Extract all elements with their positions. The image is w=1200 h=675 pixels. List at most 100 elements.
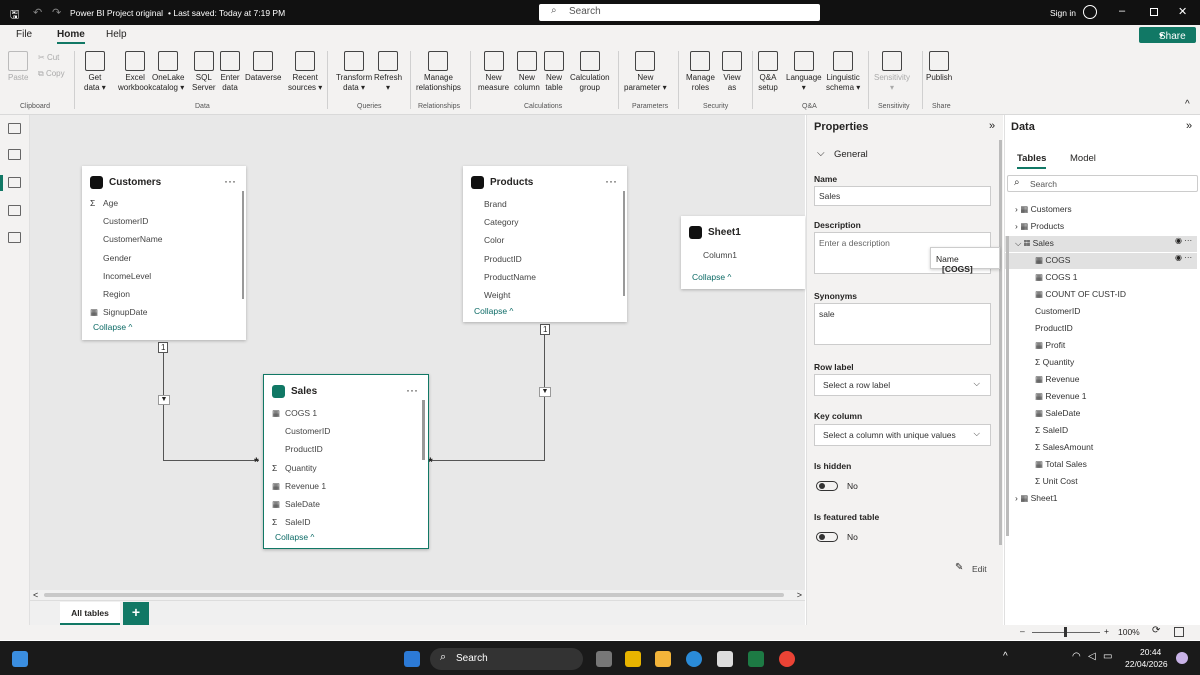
ribbon-button[interactable]: Dataverse bbox=[245, 51, 281, 83]
tree-field[interactable]: ▦ Revenue bbox=[1005, 372, 1197, 388]
chevron-up-icon[interactable]: ^ bbox=[1003, 651, 1008, 662]
tree-field[interactable]: ▦ COUNT OF CUST-ID bbox=[1005, 287, 1197, 303]
is-featured-toggle[interactable] bbox=[816, 532, 838, 542]
tree-table-sales[interactable]: ⌵ ▦ Sales bbox=[1005, 236, 1197, 252]
close-icon[interactable]: ✕ bbox=[1178, 5, 1187, 18]
tree-field[interactable]: ▦ COGS 1 bbox=[1005, 270, 1197, 286]
general-section[interactable]: General bbox=[834, 149, 868, 160]
sign-in-link[interactable]: Sign in bbox=[1050, 8, 1076, 18]
tree-field[interactable]: ▦ Revenue 1 bbox=[1005, 389, 1197, 405]
tree-field[interactable]: CustomerID bbox=[1005, 304, 1197, 320]
field-item[interactable]: CustomerID bbox=[285, 426, 330, 436]
task-view-icon[interactable] bbox=[596, 651, 612, 667]
tree-table-sheet1[interactable]: › ▦ Sheet1 bbox=[1005, 491, 1197, 507]
menu-help[interactable]: Help bbox=[106, 29, 127, 40]
fit-icon[interactable] bbox=[1174, 627, 1184, 637]
more-options-icon[interactable]: ··· bbox=[406, 383, 418, 397]
title-search[interactable]: ⌕ Search bbox=[539, 4, 820, 21]
ribbon-button[interactable]: Language ▾ bbox=[786, 51, 822, 93]
field-item[interactable]: ProductID bbox=[484, 254, 522, 264]
field-item[interactable]: IncomeLevel bbox=[103, 271, 151, 281]
zoom-in-button[interactable]: + bbox=[1104, 626, 1109, 636]
model-canvas[interactable]: 1 1 * * ▼ ▼ Customers ··· Σ Age CustomerID… bbox=[30, 115, 805, 590]
redo-icon[interactable]: ↷ bbox=[52, 6, 61, 19]
ribbon-button[interactable]: Sensitivity ▾ bbox=[874, 51, 910, 93]
tree-field[interactable]: ProductID bbox=[1005, 321, 1197, 337]
ribbon-button[interactable]: Calculation group bbox=[570, 51, 610, 93]
collapse-pane-icon[interactable]: » bbox=[1186, 120, 1192, 132]
save-icon[interactable]: 🖫 bbox=[10, 6, 19, 25]
undo-icon[interactable]: ↶ bbox=[33, 6, 42, 19]
cut-button[interactable]: ✂ Cut bbox=[38, 53, 59, 62]
field-column1[interactable]: Column1 bbox=[703, 250, 737, 260]
table-card-sheet1[interactable]: Sheet1 Column1 Collapse ^ bbox=[681, 216, 805, 289]
chevron-down-icon[interactable]: ⌵ bbox=[817, 148, 825, 159]
collapse-link[interactable]: Collapse ^ bbox=[275, 532, 314, 542]
speaker-icon[interactable]: ◁ bbox=[1088, 651, 1096, 662]
ribbon-button[interactable]: New parameter ▾ bbox=[624, 51, 667, 93]
battery-icon[interactable]: ▭ bbox=[1103, 651, 1112, 662]
tree-field[interactable]: Σ Quantity bbox=[1005, 355, 1197, 371]
ribbon-button[interactable]: Publish bbox=[926, 51, 952, 83]
field-item[interactable]: CustomerID bbox=[103, 216, 148, 226]
relationship-line-products-sales[interactable] bbox=[430, 331, 545, 461]
tab-all-tables[interactable]: All tables bbox=[60, 602, 120, 625]
menu-home[interactable]: Home bbox=[57, 29, 85, 44]
scrollbar[interactable] bbox=[242, 191, 244, 299]
ribbon-button[interactable]: New column bbox=[514, 51, 540, 93]
collapse-ribbon-icon[interactable]: ^ bbox=[1185, 99, 1190, 110]
field-item[interactable]: CustomerName bbox=[103, 234, 163, 244]
tmdl-view-icon[interactable] bbox=[8, 232, 21, 243]
field-item[interactable]: ProductID bbox=[285, 444, 323, 454]
field-item[interactable]: ▦ SignupDate bbox=[90, 307, 147, 317]
relationship-line-customers-sales[interactable] bbox=[163, 345, 259, 461]
edge-icon[interactable] bbox=[686, 651, 702, 667]
ribbon-button[interactable]: Excel workbook bbox=[118, 51, 152, 93]
model-view-icon[interactable] bbox=[8, 177, 21, 188]
synonyms-input[interactable]: sale bbox=[814, 303, 991, 345]
ribbon-button[interactable]: Recent sources ▾ bbox=[288, 51, 322, 93]
tree-field[interactable]: Σ SalesAmount bbox=[1005, 440, 1197, 456]
ribbon-button[interactable]: New measure bbox=[478, 51, 509, 93]
chrome-icon[interactable] bbox=[779, 651, 795, 667]
more-options-icon[interactable]: ··· bbox=[224, 174, 236, 188]
ribbon-button[interactable]: Manage relationships bbox=[416, 51, 461, 93]
scrollbar[interactable] bbox=[623, 191, 625, 296]
collapse-link[interactable]: Collapse ^ bbox=[93, 322, 132, 332]
share-button[interactable]: Share ▾ bbox=[1139, 27, 1196, 43]
tree-table-customers[interactable]: › ▦ Customers bbox=[1005, 202, 1197, 218]
taskbar-search[interactable]: ⌕ Search bbox=[430, 648, 583, 670]
wifi-icon[interactable]: ◠ bbox=[1072, 651, 1081, 662]
power-bi-icon[interactable] bbox=[625, 651, 641, 667]
ribbon-button[interactable]: Enter data bbox=[220, 51, 240, 93]
table-card-customers[interactable]: Customers ··· Σ Age CustomerID CustomerName… bbox=[82, 166, 246, 340]
table-card-sales[interactable]: Sales ··· ▦ COGS 1 CustomerID ProductID Σ Qua… bbox=[263, 374, 429, 549]
notification-icon[interactable] bbox=[1176, 652, 1188, 664]
copy-button[interactable]: ⧉ Copy bbox=[38, 69, 65, 79]
fit-to-page-icon[interactable]: ⟳ bbox=[1152, 625, 1160, 636]
collapse-link[interactable]: Collapse ^ bbox=[692, 272, 731, 282]
scrollbar[interactable] bbox=[1006, 236, 1009, 536]
report-view-icon[interactable] bbox=[8, 123, 21, 134]
tree-field[interactable]: ▦ Profit bbox=[1005, 338, 1197, 354]
tree-field[interactable]: ▦ SaleDate bbox=[1005, 406, 1197, 422]
collapse-link[interactable]: Collapse ^ bbox=[474, 306, 513, 316]
ribbon-button[interactable]: View as bbox=[722, 51, 742, 93]
ribbon-button[interactable]: Refresh ▾ bbox=[374, 51, 402, 93]
dax-query-view-icon[interactable] bbox=[8, 205, 21, 216]
horizontal-scrollbar[interactable]: < > bbox=[30, 590, 805, 600]
table-view-icon[interactable] bbox=[8, 149, 21, 160]
tree-field[interactable]: ▦ COGS bbox=[1005, 253, 1197, 269]
scrollbar[interactable] bbox=[999, 140, 1002, 545]
menu-file[interactable]: File bbox=[16, 29, 32, 40]
name-input[interactable]: Sales bbox=[814, 186, 991, 206]
field-item[interactable]: ▦ COGS 1 bbox=[272, 408, 317, 418]
ribbon-button[interactable]: Get data ▾ bbox=[84, 51, 106, 93]
zoom-slider-thumb[interactable] bbox=[1064, 627, 1067, 637]
field-item[interactable]: Σ Quantity bbox=[272, 463, 317, 473]
visibility-icon[interactable]: ◉ ··· bbox=[1175, 236, 1192, 245]
maximize-icon[interactable] bbox=[1150, 8, 1158, 16]
ribbon-button[interactable]: OneLake catalog ▾ bbox=[152, 51, 184, 93]
ribbon-button[interactable]: SQL Server bbox=[192, 51, 216, 93]
field-item[interactable]: Brand bbox=[484, 199, 507, 209]
